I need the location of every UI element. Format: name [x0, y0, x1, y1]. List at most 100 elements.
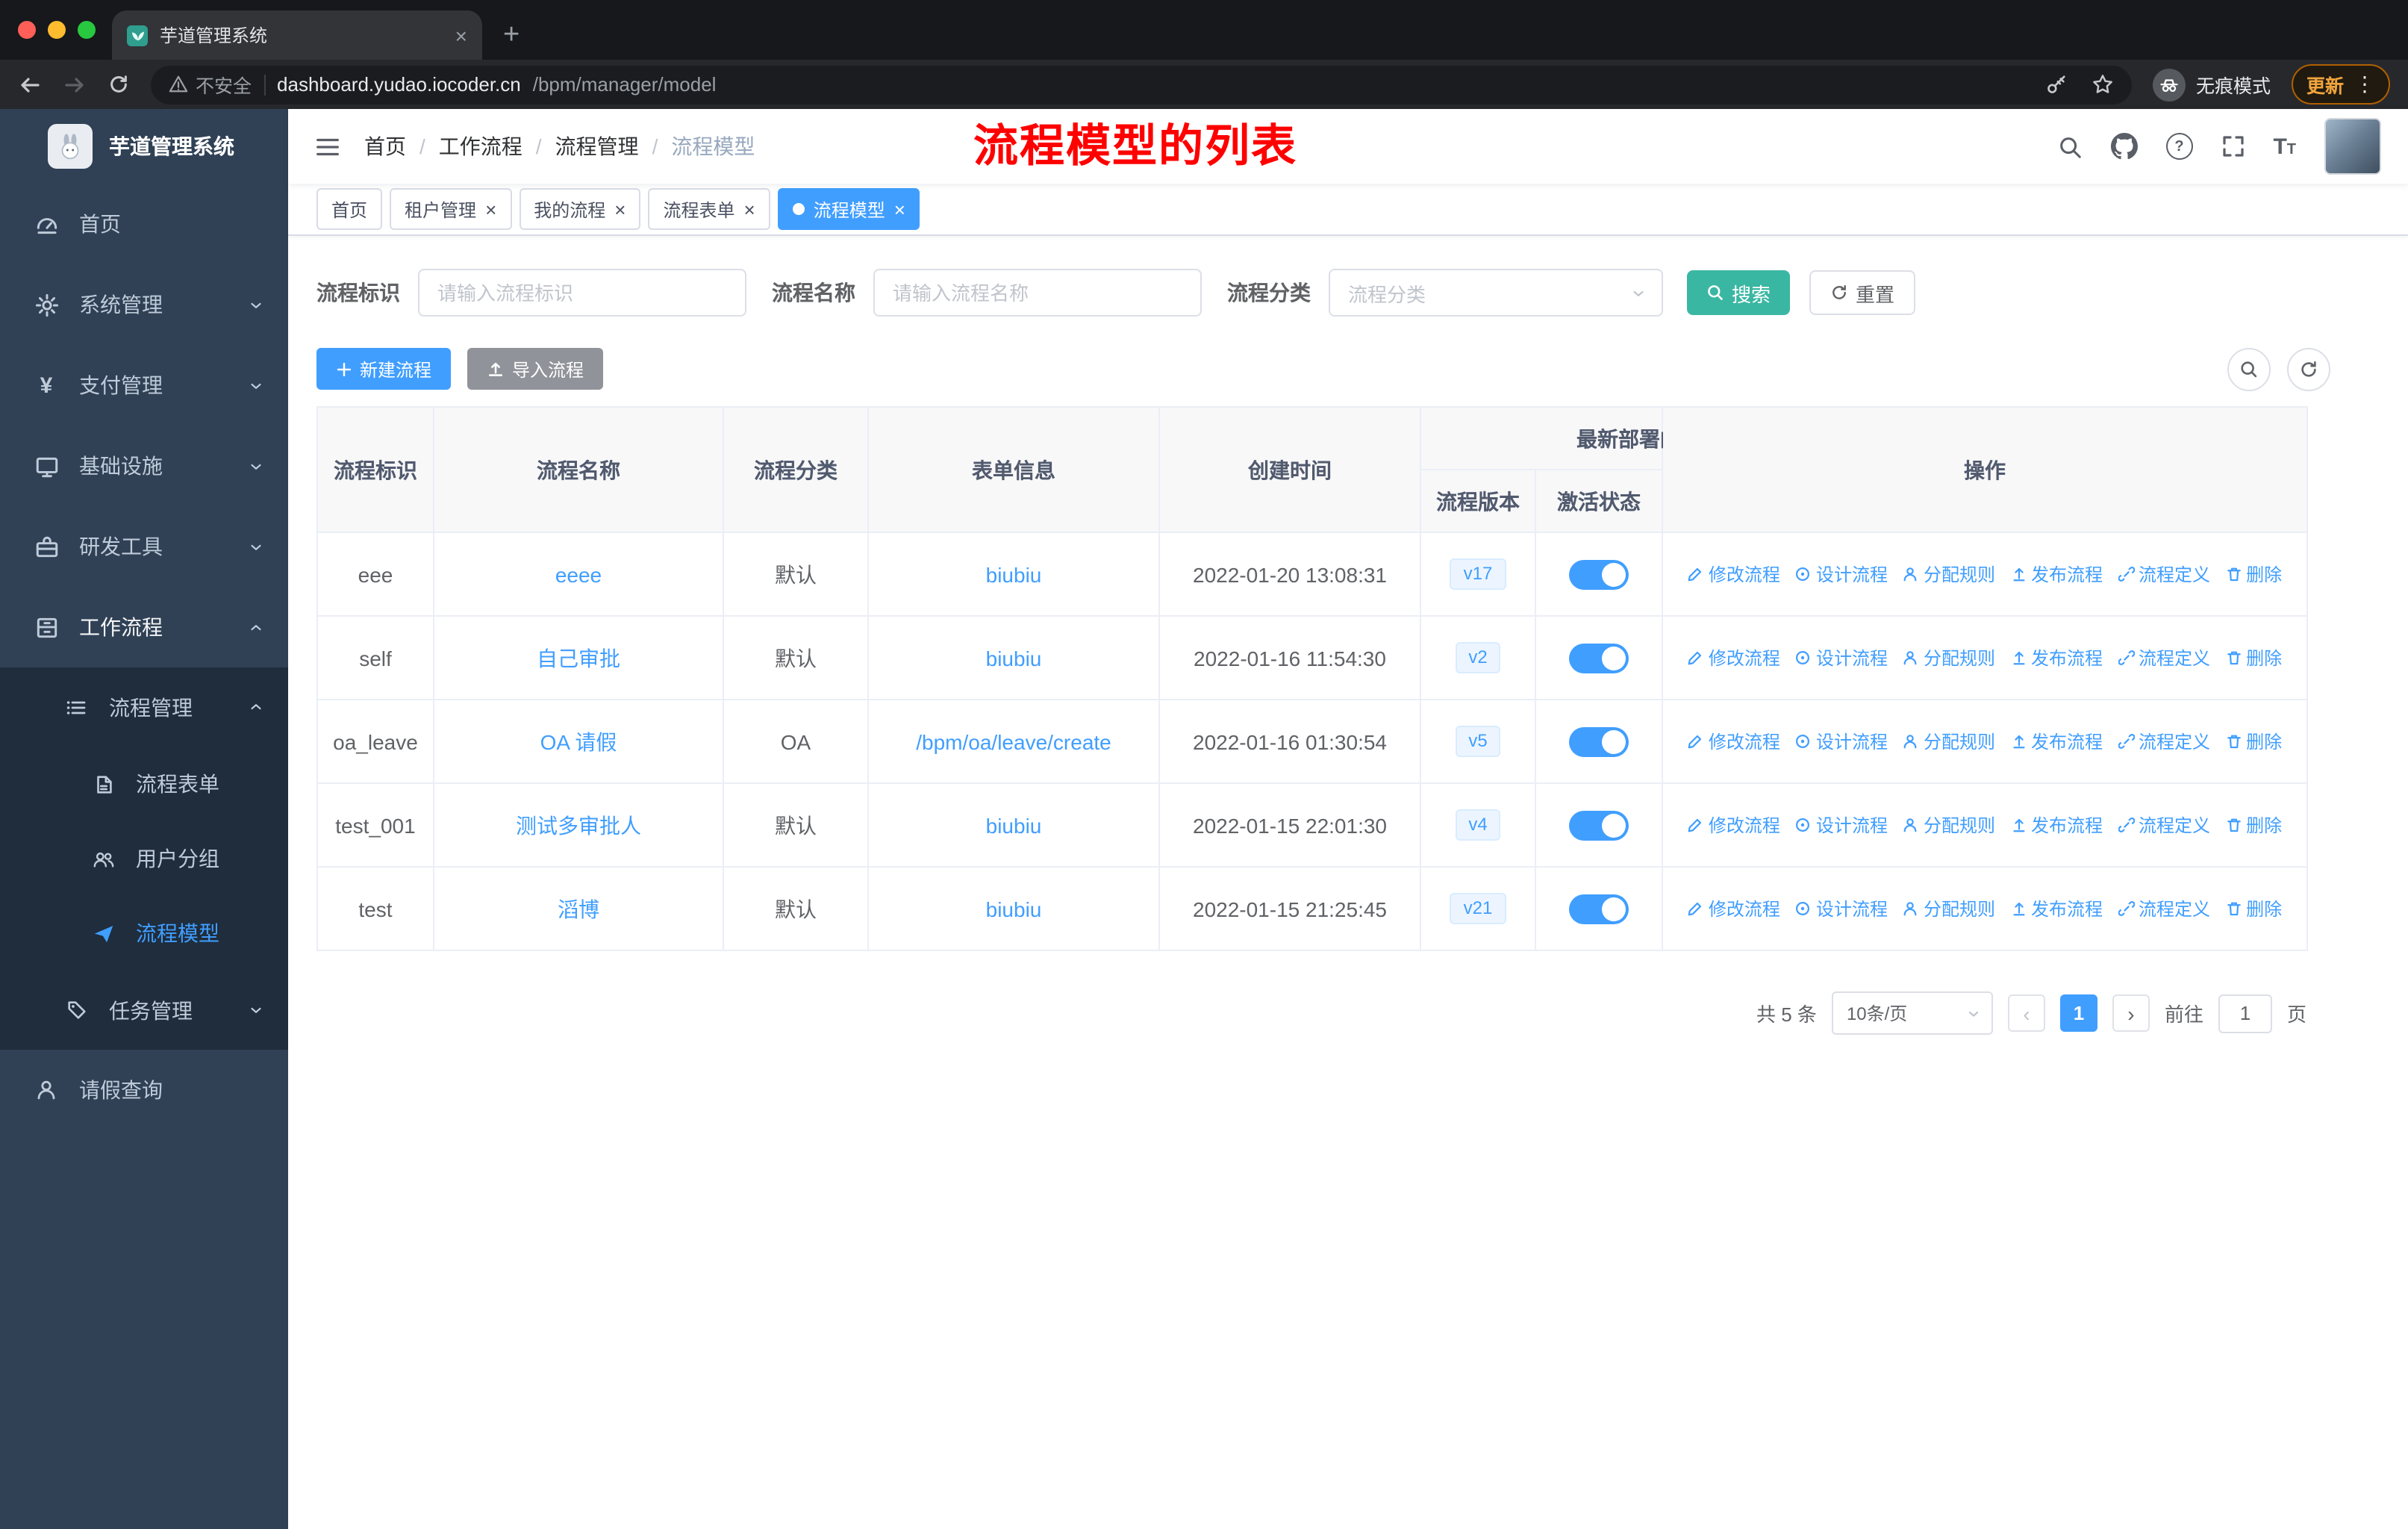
sidebar-item-user-group[interactable]: 用户分组 — [0, 821, 288, 896]
action-process-definition[interactable]: 流程定义 — [2118, 812, 2210, 838]
action-publish-process[interactable]: 发布流程 — [2010, 561, 2103, 587]
action-design-process[interactable]: 设计流程 — [1795, 645, 1888, 670]
action-delete[interactable]: 删除 — [2225, 812, 2282, 838]
sidebar-toggle-icon[interactable] — [288, 132, 364, 161]
action-process-definition[interactable]: 流程定义 — [2118, 729, 2210, 754]
action-edit-process[interactable]: 修改流程 — [1688, 729, 1780, 754]
tag-tenant-management[interactable]: 租户管理 × — [390, 188, 512, 230]
action-delete[interactable]: 删除 — [2225, 896, 2282, 921]
action-edit-process[interactable]: 修改流程 — [1688, 896, 1780, 921]
process-name-link[interactable]: 滔博 — [558, 894, 599, 924]
action-publish-process[interactable]: 发布流程 — [2010, 645, 2103, 670]
close-window-button[interactable] — [18, 21, 36, 39]
action-edit-process[interactable]: 修改流程 — [1688, 812, 1780, 838]
form-info-link[interactable]: biubiu — [986, 646, 1042, 670]
process-name-link[interactable]: 测试多审批人 — [516, 810, 641, 840]
forward-icon[interactable] — [63, 72, 87, 96]
password-key-icon[interactable] — [2045, 73, 2068, 96]
page-size-select[interactable]: 10条/页 — [1831, 991, 1993, 1035]
github-icon[interactable] — [2110, 133, 2138, 160]
form-info-link[interactable]: /bpm/oa/leave/create — [916, 729, 1111, 753]
fullscreen-icon[interactable] — [2221, 134, 2245, 158]
sidebar-item-process-form[interactable]: 流程表单 — [0, 747, 288, 821]
page-1-button[interactable]: 1 — [2059, 994, 2097, 1032]
sidebar-item-leave-query[interactable]: 请假查询 — [0, 1050, 288, 1130]
process-name-link[interactable]: eeee — [555, 562, 602, 586]
tab-close-icon[interactable]: × — [455, 25, 467, 46]
new-tab-button[interactable]: + — [503, 21, 520, 49]
close-icon[interactable]: × — [614, 199, 626, 219]
action-design-process[interactable]: 设计流程 — [1795, 729, 1888, 754]
action-design-process[interactable]: 设计流程 — [1795, 561, 1888, 587]
browser-tab[interactable]: 芋道管理系统 × — [112, 10, 482, 60]
url-field[interactable]: 不安全 dashboard.yudao.iocoder.cn/bpm/manag… — [151, 65, 2132, 104]
tag-my-process[interactable]: 我的流程 × — [519, 188, 641, 230]
process-name-link[interactable]: 自己审批 — [537, 643, 620, 673]
action-process-definition[interactable]: 流程定义 — [2118, 561, 2210, 587]
help-icon[interactable]: ? — [2165, 133, 2193, 160]
not-secure-warning[interactable]: 不安全 — [169, 70, 252, 99]
create-process-button[interactable]: 新建流程 — [316, 348, 452, 390]
action-assign-rule[interactable]: 分配规则 — [1903, 645, 1995, 670]
close-icon[interactable]: × — [744, 199, 755, 219]
tag-home[interactable]: 首页 — [316, 188, 383, 230]
app-logo[interactable]: 芋道管理系统 — [0, 109, 288, 184]
tag-process-model[interactable]: 流程模型 × — [777, 188, 920, 230]
form-info-link[interactable]: biubiu — [986, 562, 1042, 586]
action-assign-rule[interactable]: 分配规则 — [1903, 561, 1995, 587]
sidebar-item-home[interactable]: 首页 — [0, 184, 288, 264]
refresh-table-button[interactable] — [2287, 348, 2330, 391]
form-info-link[interactable]: biubiu — [986, 897, 1042, 921]
next-page-button[interactable]: › — [2112, 994, 2150, 1032]
sidebar-item-system[interactable]: 系统管理 — [0, 264, 288, 345]
font-size-icon[interactable]: TT — [2273, 134, 2296, 159]
sidebar-item-process-model[interactable]: 流程模型 — [0, 896, 288, 971]
browser-menu-icon[interactable]: ⋮ — [2354, 72, 2375, 97]
import-process-button[interactable]: 导入流程 — [467, 348, 604, 390]
active-toggle[interactable] — [1569, 894, 1629, 924]
action-delete[interactable]: 删除 — [2225, 645, 2282, 670]
action-edit-process[interactable]: 修改流程 — [1688, 645, 1780, 670]
action-publish-process[interactable]: 发布流程 — [2010, 729, 2103, 754]
action-edit-process[interactable]: 修改流程 — [1688, 561, 1780, 587]
process-name-link[interactable]: OA 请假 — [540, 726, 617, 756]
action-design-process[interactable]: 设计流程 — [1795, 896, 1888, 921]
bookmark-star-icon[interactable] — [2092, 73, 2114, 96]
action-publish-process[interactable]: 发布流程 — [2010, 896, 2103, 921]
active-toggle[interactable] — [1569, 643, 1629, 673]
reset-button[interactable]: 重置 — [1809, 270, 1916, 315]
action-delete[interactable]: 删除 — [2225, 729, 2282, 754]
breadcrumb-home[interactable]: 首页 — [364, 131, 406, 161]
prev-page-button[interactable]: ‹ — [2007, 994, 2045, 1032]
form-info-link[interactable]: biubiu — [986, 813, 1042, 837]
search-button[interactable]: 搜索 — [1687, 270, 1791, 315]
sidebar-item-workflow[interactable]: 工作流程 — [0, 587, 288, 667]
breadcrumb-process-management[interactable]: 流程管理 — [555, 131, 639, 161]
action-assign-rule[interactable]: 分配规则 — [1903, 729, 1995, 754]
process-key-input[interactable] — [418, 269, 746, 317]
close-icon[interactable]: × — [485, 199, 496, 219]
active-toggle[interactable] — [1569, 810, 1629, 840]
action-process-definition[interactable]: 流程定义 — [2118, 645, 2210, 670]
sidebar-item-infrastructure[interactable]: 基础设施 — [0, 426, 288, 506]
zoom-window-button[interactable] — [78, 21, 96, 39]
action-assign-rule[interactable]: 分配规则 — [1903, 812, 1995, 838]
minimize-window-button[interactable] — [48, 21, 66, 39]
action-assign-rule[interactable]: 分配规则 — [1903, 896, 1995, 921]
active-toggle[interactable] — [1569, 559, 1629, 589]
search-icon[interactable] — [2056, 134, 2082, 159]
action-publish-process[interactable]: 发布流程 — [2010, 812, 2103, 838]
action-process-definition[interactable]: 流程定义 — [2118, 896, 2210, 921]
tag-process-form[interactable]: 流程表单 × — [648, 188, 770, 230]
active-toggle[interactable] — [1569, 726, 1629, 756]
action-delete[interactable]: 删除 — [2225, 561, 2282, 587]
sidebar-item-task-management[interactable]: 任务管理 — [0, 971, 288, 1050]
action-design-process[interactable]: 设计流程 — [1795, 812, 1888, 838]
sidebar-item-payment[interactable]: ¥ 支付管理 — [0, 345, 288, 426]
sidebar-item-process-management[interactable]: 流程管理 — [0, 667, 288, 747]
toggle-search-button[interactable] — [2227, 348, 2271, 391]
back-icon[interactable] — [18, 72, 42, 96]
browser-update-button[interactable]: 更新 ⋮ — [2291, 64, 2390, 105]
breadcrumb-workflow[interactable]: 工作流程 — [439, 131, 523, 161]
close-icon[interactable]: × — [894, 199, 905, 219]
